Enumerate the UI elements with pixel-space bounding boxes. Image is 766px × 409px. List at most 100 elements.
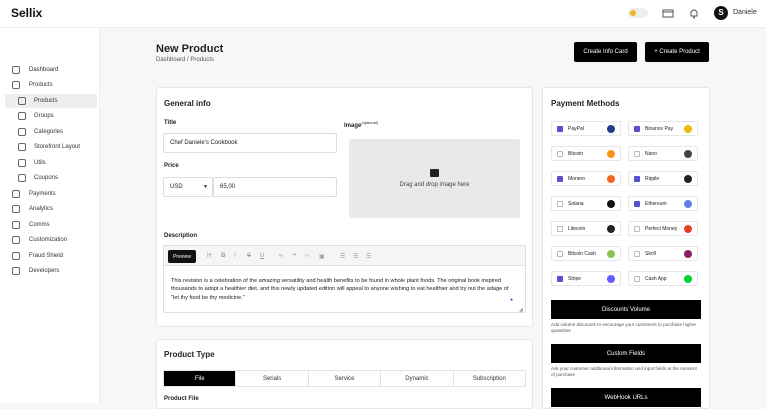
sidebar-item-storefront-layout[interactable]: Storefront Layout (5, 140, 97, 154)
checkbox[interactable] (634, 275, 640, 282)
sidebar-item-label: Utils (34, 160, 46, 166)
payment-method-litecoin[interactable]: Litecoin (551, 221, 621, 236)
payment-method-label: Ripple (645, 175, 660, 182)
chat-icon (12, 221, 20, 229)
payment-method-paypal[interactable]: PayPal (551, 121, 621, 136)
payment-logo-icon (607, 199, 615, 208)
checkbox[interactable] (557, 250, 563, 257)
tab-service[interactable]: Service (309, 371, 382, 386)
checkbox[interactable] (634, 250, 640, 257)
brush-icon (12, 236, 20, 244)
sidebar-item-label: Customization (29, 237, 68, 243)
quote-icon[interactable]: ❞ (293, 253, 296, 260)
image-insert-icon[interactable]: ▣ (319, 253, 325, 260)
link-icon[interactable]: ∞ (279, 253, 283, 259)
payment-method-perfect-money[interactable]: Perfect Money (628, 221, 698, 236)
checklist-icon[interactable]: ☰ (366, 253, 371, 260)
code-icon[interactable]: ‹› (305, 253, 309, 259)
payment-method-solana[interactable]: Solana (551, 196, 621, 211)
payment-logo-icon (607, 124, 615, 133)
payment-method-monero[interactable]: Monero (551, 171, 621, 186)
webhook-urls-button[interactable]: WebHook URLs (551, 388, 701, 407)
analytics-icon (12, 205, 20, 213)
theme-toggle[interactable] (628, 8, 648, 18)
payment-method-ripple[interactable]: Ripple (628, 171, 698, 186)
sidebar-item-analytics[interactable]: Analytics (5, 202, 97, 216)
tab-subscription[interactable]: Subscription (454, 371, 525, 386)
editor-toolbar: Preview H B I S U ∞ ❞ ‹› ▣ ☰ ☰ ☰ (164, 246, 525, 266)
payment-method-cash-app[interactable]: Cash App (628, 271, 698, 286)
payment-method-skrill[interactable]: Skrill (628, 246, 698, 261)
bold-icon[interactable]: B (221, 253, 225, 259)
image-label-text: Image (344, 123, 362, 129)
custom-fields-button[interactable]: Custom Fields (551, 344, 701, 363)
payment-method-bitcoin-cash[interactable]: Bitcoin Cash (551, 246, 621, 261)
sidebar-item-utils[interactable]: Utils (5, 156, 97, 170)
bell-icon[interactable] (687, 6, 701, 20)
code-icon (12, 267, 20, 275)
logo[interactable]: Sellix (11, 6, 42, 20)
sidebar-item-groups[interactable]: Groups (5, 109, 97, 123)
tab-serials[interactable]: Serials (236, 371, 309, 386)
checkbox[interactable] (557, 225, 563, 232)
discounts-note: Add volume discounts to encourage your c… (551, 322, 697, 333)
preview-button[interactable]: Preview (168, 250, 196, 263)
payment-logo-icon (684, 274, 692, 283)
tab-dynamic[interactable]: Dynamic (381, 371, 454, 386)
payment-method-bitcoin[interactable]: Bitcoin (551, 146, 621, 161)
heading-icon[interactable]: H (207, 253, 211, 259)
avatar[interactable]: S (714, 6, 728, 20)
sidebar-item-label: Payments (29, 191, 56, 197)
strikethrough-icon[interactable]: S (247, 253, 251, 259)
sidebar-item-label: Products (34, 98, 58, 104)
sidebar-item-products[interactable]: Products (5, 78, 97, 92)
payment-method-stripe[interactable]: Stripe (551, 271, 621, 286)
create-product-button[interactable]: + Create Product (645, 42, 709, 62)
grammar-icon[interactable]: ● (510, 297, 513, 303)
sidebar-item-payments[interactable]: Payments (5, 187, 97, 201)
checkbox[interactable] (634, 125, 640, 132)
payment-method-binance-pay[interactable]: Binance Pay (628, 121, 698, 136)
box-icon (12, 81, 20, 89)
italic-icon[interactable]: I (234, 253, 236, 259)
payment-logo-icon (607, 174, 615, 183)
bullet-list-icon[interactable]: ☰ (340, 253, 345, 260)
title-input[interactable]: Chef Daniele's Cookbook (163, 133, 337, 153)
checkbox[interactable] (634, 150, 640, 157)
breadcrumb[interactable]: Dashboard / Products (156, 57, 214, 63)
checkbox[interactable] (557, 125, 563, 132)
price-input[interactable]: 65,00 (213, 177, 337, 197)
sidebar-item-customization[interactable]: Customization (5, 233, 97, 247)
store-icon[interactable] (661, 6, 675, 20)
checkbox[interactable] (634, 200, 640, 207)
sidebar-item-coupons[interactable]: Coupons (5, 171, 97, 185)
sidebar-item-fraud-shield[interactable]: Fraud Shield (5, 249, 97, 263)
checkbox[interactable] (557, 200, 563, 207)
checkbox[interactable] (557, 275, 563, 282)
username[interactable]: Daniele (733, 9, 757, 16)
discounts-volume-button[interactable]: Discounts Volume (551, 300, 701, 319)
payment-method-ethereum[interactable]: Ethereum (628, 196, 698, 211)
checkbox[interactable] (557, 175, 563, 182)
create-info-card-button[interactable]: Create Info Card (574, 42, 637, 62)
checkbox[interactable] (634, 225, 640, 232)
description-editor[interactable]: Preview H B I S U ∞ ❞ ‹› ▣ ☰ ☰ ☰ This re… (163, 245, 526, 313)
payment-method-nano[interactable]: Nano (628, 146, 698, 161)
sidebar-item-label: Dashboard (29, 67, 59, 73)
sidebar-item-comms[interactable]: Comms (5, 218, 97, 232)
checkbox[interactable] (634, 175, 640, 182)
sun-icon (630, 10, 636, 16)
checkbox[interactable] (557, 150, 563, 157)
numbered-list-icon[interactable]: ☰ (353, 253, 358, 260)
sidebar-item-categories[interactable]: Categories (5, 125, 97, 139)
tab-file[interactable]: File (164, 371, 237, 386)
underline-icon[interactable]: U (260, 253, 264, 259)
currency-select[interactable]: USD ▼ (163, 177, 213, 197)
resize-handle-icon[interactable]: ◢ (519, 307, 523, 313)
sidebar-item-products-sub[interactable]: Products (5, 94, 97, 108)
sidebar-item-dashboard[interactable]: Dashboard (5, 63, 97, 77)
sidebar-item-developers[interactable]: Developers (5, 264, 97, 278)
image-dropzone[interactable]: Drag and drop image here (349, 139, 520, 218)
image-label: Image(optional) (344, 120, 378, 129)
top-bar: Sellix S Daniele (0, 0, 766, 28)
